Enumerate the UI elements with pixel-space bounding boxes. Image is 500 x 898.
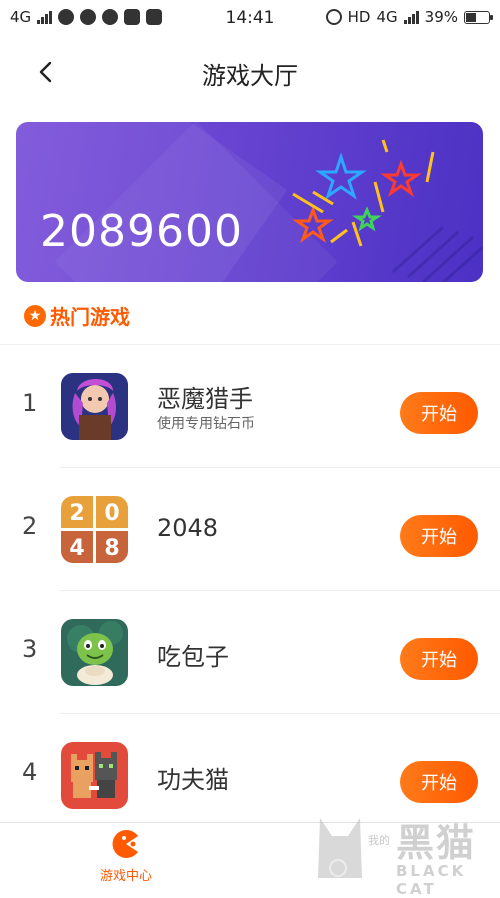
start-button[interactable]: 开始 xyxy=(400,392,478,434)
game-name: 功夫猫 xyxy=(157,766,229,794)
status-bar: 4G 14:41 HD 4G 39% xyxy=(0,0,500,36)
watermark-cn: 黑猫 xyxy=(396,821,477,865)
black-cat-logo-icon xyxy=(318,818,362,878)
watermark-en: BLACK CAT xyxy=(396,862,467,898)
balance-card: 2089600 xyxy=(16,122,483,282)
start-button[interactable]: 开始 xyxy=(400,638,478,680)
demon-hunter-icon[interactable] xyxy=(61,373,128,440)
2048-icon[interactable]: 2 0 4 8 xyxy=(61,496,128,563)
battery-percent: 39% xyxy=(424,8,458,26)
start-button[interactable]: 开始 xyxy=(400,761,478,803)
game-center-icon xyxy=(112,830,138,858)
status-right: HD 4G 39% xyxy=(325,8,493,26)
stars-decoration-icon xyxy=(292,139,483,282)
battery-icon xyxy=(464,10,493,24)
tile-text: 2 xyxy=(69,501,84,526)
nav-bar: 游戏大厅 xyxy=(0,44,500,100)
watermark-sub: 我的 xyxy=(368,834,390,847)
game-name: 吃包子 xyxy=(157,643,229,671)
hot-games-label: 热门游戏 xyxy=(50,305,130,329)
game-subtitle: 使用专用钻石币 xyxy=(157,416,255,432)
list-item: 3 吃包子 开始 xyxy=(0,591,500,714)
black-cat-watermark: 我的 黑猫 BLACK CAT xyxy=(310,808,500,898)
page-title: 游戏大厅 xyxy=(202,62,298,90)
game-name: 2048 xyxy=(157,514,219,542)
game-name: 恶魔猎手 xyxy=(157,385,253,413)
kungfu-cat-icon[interactable] xyxy=(61,742,128,809)
network-right-label: 4G xyxy=(376,8,398,26)
rank-number: 3 xyxy=(22,635,38,663)
rank-number: 2 xyxy=(22,512,38,540)
gift-icon: ★ xyxy=(24,304,46,327)
tile-text: 4 xyxy=(69,536,84,561)
alarm-icon xyxy=(325,9,342,25)
list-item: 1 恶魔猎手 使用专用钻石币 开始 xyxy=(0,345,500,468)
tab-game-center[interactable]: 游戏中心 xyxy=(90,829,162,885)
signal-icon xyxy=(403,10,419,24)
rank-number: 4 xyxy=(22,758,38,786)
eat-bun-icon[interactable] xyxy=(61,619,128,686)
tile-text: 8 xyxy=(104,536,119,561)
list-item: 2 2 0 4 8 2048 开始 xyxy=(0,468,500,591)
hd-label: HD xyxy=(347,8,371,26)
tab-label: 游戏中心 xyxy=(99,869,152,884)
rank-number: 1 xyxy=(22,389,38,417)
start-button[interactable]: 开始 xyxy=(400,515,478,557)
balance-amount: 2089600 xyxy=(40,206,243,257)
hot-games-header: ★ 热门游戏 xyxy=(24,301,130,330)
tile-text: 0 xyxy=(104,501,119,526)
